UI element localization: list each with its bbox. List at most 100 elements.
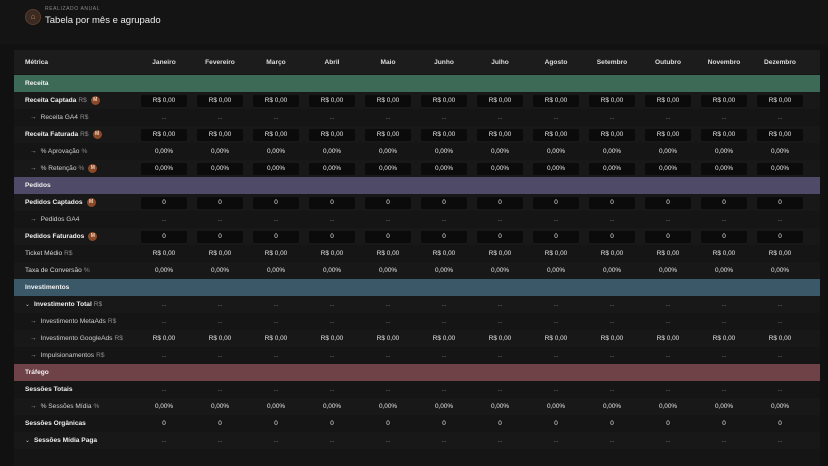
value-input[interactable]: 0	[531, 194, 581, 211]
value-input[interactable]: 0,00%	[139, 160, 189, 177]
chevron-down-icon[interactable]: ⌄	[25, 437, 30, 444]
row-label[interactable]: ⌄ Sessões Mídia Paga	[25, 432, 97, 449]
value-input[interactable]: R$ 0,00	[419, 92, 469, 109]
value-input[interactable]: 0	[643, 194, 693, 211]
month-header-8[interactable]: Agosto	[531, 50, 581, 74]
value-input[interactable]: R$ 0,00	[587, 126, 637, 143]
value-input[interactable]: R$ 0,00	[195, 126, 245, 143]
value-input[interactable]: 0	[251, 228, 301, 245]
value-text: ...	[385, 301, 391, 308]
value-input[interactable]: R$ 0,00	[139, 92, 189, 109]
value-text: ...	[609, 114, 615, 121]
metric-column-header: Métrica	[25, 58, 49, 66]
value-input[interactable]: 0	[419, 194, 469, 211]
month-header-4[interactable]: Abril	[307, 50, 357, 74]
value-input[interactable]: 0,00%	[195, 160, 245, 177]
month-header-11[interactable]: Novembro	[699, 50, 749, 74]
value-input[interactable]: 0	[195, 228, 245, 245]
month-header-5[interactable]: Maio	[363, 50, 413, 74]
month-header-2[interactable]: Fevereiro	[195, 50, 245, 74]
value-text: R$ 0,00	[533, 128, 579, 141]
value-cell: R$ 0,00	[363, 330, 413, 347]
value-input[interactable]: R$ 0,00	[643, 92, 693, 109]
value-input[interactable]: R$ 0,00	[307, 92, 357, 109]
value-input[interactable]: R$ 0,00	[755, 92, 805, 109]
value-input[interactable]: R$ 0,00	[643, 126, 693, 143]
value-input[interactable]: R$ 0,00	[475, 92, 525, 109]
month-header-1[interactable]: Janeiro	[139, 50, 189, 74]
value-input[interactable]: 0,00%	[251, 160, 301, 177]
value-text: ...	[665, 114, 671, 121]
value-input[interactable]: 0	[755, 228, 805, 245]
value-input[interactable]: R$ 0,00	[251, 126, 301, 143]
value-input[interactable]: 0,00%	[699, 160, 749, 177]
month-header-10[interactable]: Outubro	[643, 50, 693, 74]
value-input[interactable]: 0	[699, 228, 749, 245]
value-input[interactable]: R$ 0,00	[699, 126, 749, 143]
value-input[interactable]: 0	[363, 228, 413, 245]
value-input[interactable]: R$ 0,00	[251, 92, 301, 109]
row-label-text: Investimento Total	[34, 301, 92, 308]
value-input[interactable]: 0	[587, 194, 637, 211]
value-input[interactable]: 0,00%	[531, 160, 581, 177]
month-header-7[interactable]: Julho	[475, 50, 525, 74]
value-input[interactable]: R$ 0,00	[475, 126, 525, 143]
value-input[interactable]: 0,00%	[755, 160, 805, 177]
value-input[interactable]: 0,00%	[587, 160, 637, 177]
value-cell: ...	[643, 296, 693, 313]
value-input[interactable]: R$ 0,00	[699, 92, 749, 109]
value-input[interactable]: 0,00%	[307, 160, 357, 177]
row-label[interactable]: ⌄ Investimento Total R$	[25, 296, 102, 313]
value-cell: ...	[587, 313, 637, 330]
value-text: ...	[553, 352, 559, 359]
value-input[interactable]: R$ 0,00	[307, 126, 357, 143]
month-header-12[interactable]: Dezembro	[755, 50, 805, 74]
value-input[interactable]: 0	[755, 194, 805, 211]
value-input[interactable]: 0	[587, 228, 637, 245]
value-input[interactable]: 0	[139, 194, 189, 211]
value-input[interactable]: R$ 0,00	[587, 92, 637, 109]
value-text: 0	[589, 230, 635, 243]
value-input[interactable]: R$ 0,00	[195, 92, 245, 109]
month-header-9[interactable]: Setembro	[587, 50, 637, 74]
value-text: ...	[441, 437, 447, 444]
value-input[interactable]: R$ 0,00	[531, 92, 581, 109]
value-input[interactable]: R$ 0,00	[755, 126, 805, 143]
month-header-3[interactable]: Março	[251, 50, 301, 74]
value-input[interactable]: 0	[475, 194, 525, 211]
value-input[interactable]: 0	[139, 228, 189, 245]
value-input[interactable]: R$ 0,00	[139, 126, 189, 143]
value-input[interactable]: R$ 0,00	[419, 126, 469, 143]
value-text: ...	[385, 216, 391, 223]
value-text: 0	[610, 420, 614, 427]
month-header-6[interactable]: Junho	[419, 50, 469, 74]
value-input[interactable]: 0	[251, 194, 301, 211]
value-cell: ...	[195, 109, 245, 126]
value-input[interactable]: 0	[419, 228, 469, 245]
value-cell: ...	[531, 381, 581, 398]
value-text: R$ 0,00	[197, 128, 243, 141]
value-input[interactable]: 0	[699, 194, 749, 211]
value-input[interactable]: R$ 0,00	[363, 126, 413, 143]
value-input[interactable]: 0	[475, 228, 525, 245]
value-text: R$ 0,00	[589, 94, 635, 107]
value-input[interactable]: R$ 0,00	[363, 92, 413, 109]
unit-label: %	[83, 267, 90, 274]
value-text: ...	[217, 386, 223, 393]
value-cell: ...	[195, 432, 245, 449]
house-icon: ⌂	[25, 9, 41, 25]
value-input[interactable]: 0	[643, 228, 693, 245]
value-input[interactable]: 0,00%	[475, 160, 525, 177]
value-input[interactable]: 0	[531, 228, 581, 245]
value-input[interactable]: 0,00%	[363, 160, 413, 177]
value-input[interactable]: 0	[307, 228, 357, 245]
value-input[interactable]: 0,00%	[643, 160, 693, 177]
value-cell: ...	[587, 432, 637, 449]
chevron-down-icon[interactable]: ⌄	[25, 301, 30, 308]
value-input[interactable]: 0	[195, 194, 245, 211]
value-input[interactable]: R$ 0,00	[531, 126, 581, 143]
value-input[interactable]: 0	[307, 194, 357, 211]
value-input[interactable]: 0,00%	[419, 160, 469, 177]
value-input[interactable]: 0	[363, 194, 413, 211]
value-cell: R$ 0,00	[531, 330, 581, 347]
